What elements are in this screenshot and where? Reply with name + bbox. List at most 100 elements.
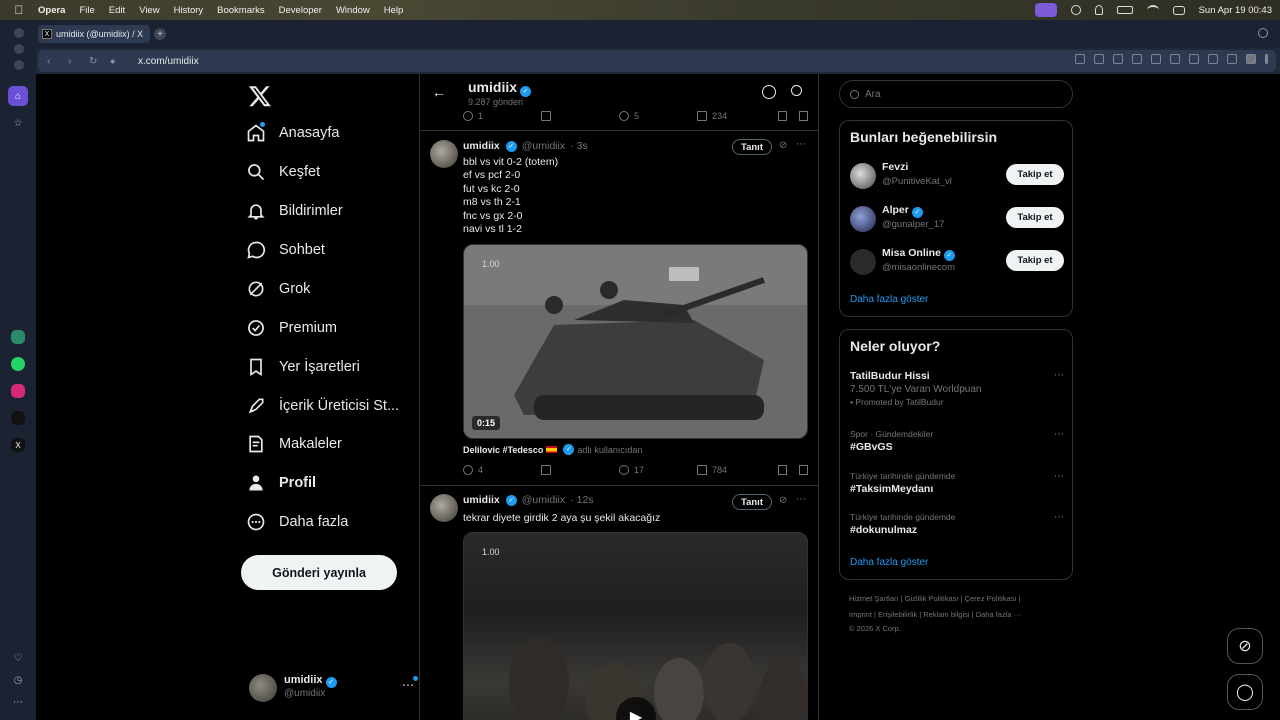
views-button[interactable]: 234	[697, 111, 775, 121]
tweet-video[interactable]: 1.00 0:15	[463, 244, 808, 439]
menu-history[interactable]: History	[174, 5, 204, 16]
menubar-clock[interactable]: Sun Apr 19 00:43	[1199, 5, 1272, 16]
search-box[interactable]: Ara	[839, 80, 1073, 108]
bookmark-icon[interactable]	[778, 111, 787, 121]
bookmark-icon[interactable]	[778, 465, 787, 475]
playback-rate[interactable]: 1.00	[482, 547, 500, 557]
menu-help[interactable]: Help	[384, 5, 404, 16]
menu-bookmarks[interactable]: Bookmarks	[217, 5, 265, 16]
grok-explain-icon[interactable]: ⊘	[779, 495, 787, 506]
chatgpt-icon[interactable]	[11, 330, 25, 344]
share-icon[interactable]	[799, 465, 808, 475]
trend-more-icon[interactable]: ⋯	[1054, 512, 1064, 523]
camera-icon[interactable]	[1094, 54, 1104, 64]
search-icon[interactable]	[791, 85, 802, 96]
menu-edit[interactable]: Edit	[109, 5, 125, 16]
url-field[interactable]: x.com/umidiix	[138, 56, 199, 67]
tweet-handle[interactable]: @umidiix	[522, 140, 565, 152]
shield-icon[interactable]	[1113, 54, 1123, 64]
nav-profile[interactable]: Profil	[246, 468, 316, 498]
sidebar-home-icon[interactable]: ⌂	[8, 86, 28, 106]
x-logo-icon[interactable]	[248, 84, 272, 108]
follow-button[interactable]: Takip et	[1006, 207, 1064, 228]
nav-grok[interactable]: Grok	[246, 274, 310, 304]
opera-badge-icon[interactable]	[1034, 3, 1057, 17]
trend-item[interactable]: Spor · Gündemdekiler #GBvGS ⋯	[850, 429, 1064, 453]
nav-notifications[interactable]: Bildirimler	[246, 196, 343, 226]
video-attribution[interactable]: Delilovic #Tedesco ✓ adlı kullanıcıdan	[463, 444, 642, 455]
sidebar-history-icon[interactable]: ◷	[8, 670, 28, 690]
address-bar[interactable]: ‹ › ↻ ● x.com/umidiix	[38, 50, 1276, 72]
nav-home[interactable]: Anasayfa	[246, 118, 339, 148]
sidebar-more-icon[interactable]: ⋯	[8, 692, 28, 712]
easy-setup-icon[interactable]	[1227, 54, 1237, 64]
views-button[interactable]: 784	[697, 465, 775, 475]
trend-item[interactable]: TatilBudur Hissi 7.500 TL'ye Varan World…	[850, 370, 1064, 407]
tab-search-icon[interactable]	[1258, 28, 1268, 38]
menu-window[interactable]: Window	[336, 5, 370, 16]
nav-chat[interactable]: Sohbet	[246, 235, 325, 265]
heart-icon[interactable]	[1170, 54, 1180, 64]
playback-rate[interactable]: 1.00	[482, 259, 500, 269]
menu-kebab-icon[interactable]	[1265, 54, 1268, 64]
apple-icon[interactable]: 	[12, 3, 26, 17]
tweet-time[interactable]: 3s	[577, 140, 588, 152]
x-app-icon[interactable]: X	[11, 438, 25, 452]
trend-more-icon[interactable]: ⋯	[1054, 429, 1064, 440]
tweet-video[interactable]: 1.00 ▶	[463, 532, 808, 720]
suggestion-name[interactable]: Fevzi	[882, 161, 908, 173]
whatsapp-icon[interactable]	[11, 357, 25, 371]
tweet-author-name[interactable]: umidiix	[463, 140, 500, 152]
menu-developer[interactable]: Developer	[279, 5, 322, 16]
suggestion-name[interactable]: Alper ✓	[882, 204, 923, 218]
new-tab-button[interactable]: +	[154, 28, 166, 40]
window-minimize-button[interactable]	[14, 44, 24, 54]
promote-button[interactable]: Tanıt	[732, 494, 772, 510]
nav-more[interactable]: Daha fazla	[246, 507, 348, 537]
nav-creator-studio[interactable]: İçerik Üreticisi St...	[246, 391, 399, 421]
tab-active[interactable]: X umidiix (@umidiix) / X	[38, 25, 150, 43]
show-more-link[interactable]: Daha fazla göster	[850, 557, 928, 568]
user-icon[interactable]	[1094, 5, 1103, 15]
tweet-handle[interactable]: @umidiix	[522, 494, 565, 506]
sidebar-star-icon[interactable]: ☆	[8, 113, 28, 133]
repost-button[interactable]	[541, 111, 619, 121]
account-switcher[interactable]: umidiix ✓ @umidiix ⋯	[248, 672, 418, 704]
sidebar-heart-icon[interactable]: ♡	[8, 648, 28, 668]
adblock-icon[interactable]	[1132, 54, 1142, 64]
follow-suggestion[interactable]: Fevzi @PunitiveKat_vl Takip et	[850, 161, 1064, 191]
back-nav-icon[interactable]: ‹	[47, 56, 59, 67]
tweet-more-icon[interactable]: ⋯	[796, 494, 806, 505]
back-arrow-icon[interactable]: ←	[432, 84, 446, 100]
show-more-link[interactable]: Daha fazla göster	[850, 294, 928, 305]
post-button[interactable]: Gönderi yayınla	[241, 555, 397, 590]
repost-button[interactable]	[541, 465, 619, 475]
trend-more-icon[interactable]: ⋯	[1054, 471, 1064, 482]
account-more-icon[interactable]: ⋯	[402, 678, 414, 692]
promote-button[interactable]: Tanıt	[732, 139, 772, 155]
nav-explore[interactable]: Keşfet	[246, 157, 320, 187]
menu-view[interactable]: View	[139, 5, 159, 16]
footer-links-2[interactable]: Imprint | Erişilebilirlik | Reklam bilgi…	[849, 610, 1021, 619]
tweet-avatar[interactable]	[430, 140, 458, 168]
reply-button[interactable]: 4	[463, 465, 541, 475]
battery-icon[interactable]	[1116, 6, 1133, 14]
forward-nav-icon[interactable]: ›	[68, 56, 80, 67]
menu-file[interactable]: File	[79, 5, 94, 16]
follow-button[interactable]: Takip et	[1006, 164, 1064, 185]
play-icon[interactable]	[1151, 54, 1161, 64]
download-icon[interactable]	[1189, 54, 1199, 64]
trend-item[interactable]: Türkiye tarihinde gündemde #dokunulmaz ⋯	[850, 512, 1064, 536]
share-icon[interactable]	[799, 111, 808, 121]
like-button[interactable]: 5	[619, 111, 697, 121]
tiktok-icon[interactable]	[11, 411, 25, 425]
menu-app[interactable]: Opera	[38, 5, 65, 16]
suggestion-name[interactable]: Misa Online ✓	[882, 247, 955, 261]
media-play-icon[interactable]	[1070, 5, 1081, 15]
tweet-time[interactable]: 12s	[577, 494, 594, 506]
tweet-more-icon[interactable]: ⋯	[796, 139, 806, 150]
control-center-icon[interactable]	[1172, 5, 1185, 15]
profile-icon[interactable]	[1246, 54, 1256, 64]
nav-articles[interactable]: Makaleler	[246, 429, 342, 459]
instagram-icon[interactable]	[11, 384, 25, 398]
